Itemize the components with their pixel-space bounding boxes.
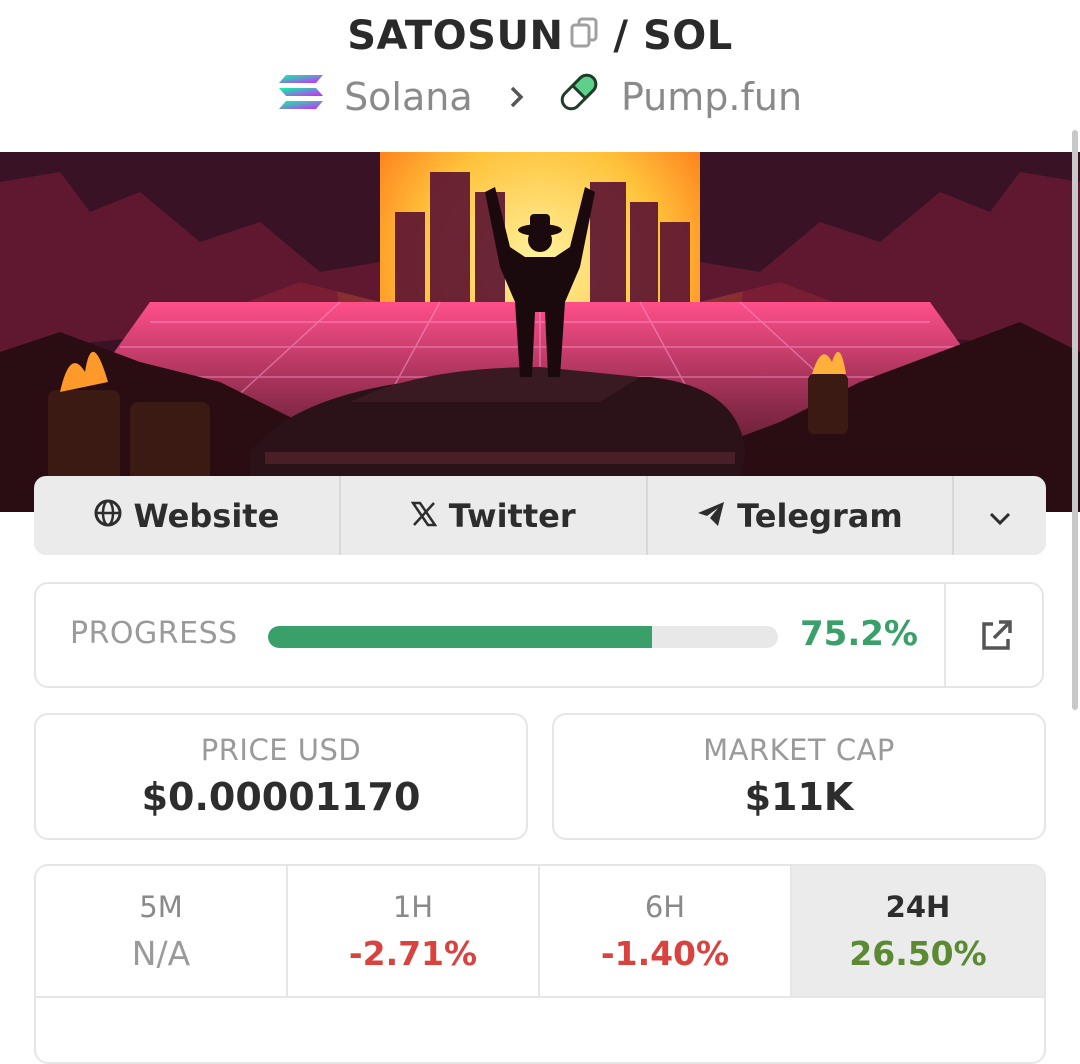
telegram-button[interactable]: Telegram [648, 476, 955, 555]
tab-1h-value: -2.71% [348, 934, 478, 973]
tab-24h[interactable]: 24H 26.50% [792, 866, 1044, 996]
tab-24h-label: 24H [885, 890, 951, 924]
tab-1h[interactable]: 1H -2.71% [288, 866, 540, 996]
pair-title: SATOSUN / SOL [0, 12, 1080, 64]
x-logo-icon [410, 497, 438, 535]
pair-separator: / [613, 13, 629, 59]
globe-icon [94, 497, 122, 535]
token-banner-image [0, 152, 1080, 512]
price-change-tabs: 5M N/A 1H -2.71% 6H -1.40% 24H 26.50% [34, 864, 1046, 1064]
tab-6h-value: -1.40% [600, 934, 730, 973]
website-button[interactable]: Website [34, 476, 341, 555]
tab-6h-label: 6H [644, 890, 686, 924]
more-links-button[interactable] [954, 476, 1046, 555]
price-usd-card: PRICE USD $0.00001170 [34, 713, 528, 840]
tab-1h-label: 1H [392, 890, 434, 924]
market-cap-value: $11K [744, 775, 854, 819]
tab-6h[interactable]: 6H -1.40% [540, 866, 792, 996]
website-label: Website [133, 496, 280, 535]
twitter-label: Twitter [448, 496, 576, 535]
chain-breadcrumb: Solana Pump.fun [0, 70, 1080, 123]
progress-divider [944, 584, 946, 688]
chain-name[interactable]: Solana [344, 75, 473, 119]
progress-bar-fill [268, 626, 652, 648]
telegram-label: Telegram [737, 496, 903, 535]
chevron-right-icon [507, 75, 527, 119]
external-link-icon[interactable] [978, 618, 1014, 658]
chevron-down-icon [988, 497, 1012, 535]
quote-symbol: SOL [642, 13, 733, 59]
tab-24h-value: 26.50% [849, 934, 987, 973]
telegram-icon [697, 497, 725, 535]
social-links-bar: Website Twitter Telegram [34, 476, 1046, 555]
progress-value: 75.2% [800, 614, 918, 654]
bonding-progress-card: PROGRESS 75.2% [34, 582, 1044, 688]
price-usd-value: $0.00001170 [141, 775, 421, 819]
launchpad-name[interactable]: Pump.fun [621, 75, 802, 119]
pill-icon [557, 70, 601, 123]
solana-logo-icon [278, 74, 324, 119]
market-cap-label: MARKET CAP [703, 733, 895, 767]
tab-5m-value: N/A [131, 934, 191, 973]
pair-header: SATOSUN / SOL Solana Pump.fun [0, 0, 1080, 152]
twitter-button[interactable]: Twitter [341, 476, 648, 555]
price-usd-label: PRICE USD [200, 733, 362, 767]
tab-5m-label: 5M [139, 890, 183, 924]
token-symbol: SATOSUN [347, 13, 564, 59]
tab-5m[interactable]: 5M N/A [36, 866, 288, 996]
market-cap-card: MARKET CAP $11K [552, 713, 1046, 840]
page-scrollbar[interactable] [1072, 130, 1078, 710]
copy-icon[interactable] [569, 12, 599, 58]
progress-bar [268, 626, 778, 648]
progress-label: PROGRESS [70, 616, 238, 651]
